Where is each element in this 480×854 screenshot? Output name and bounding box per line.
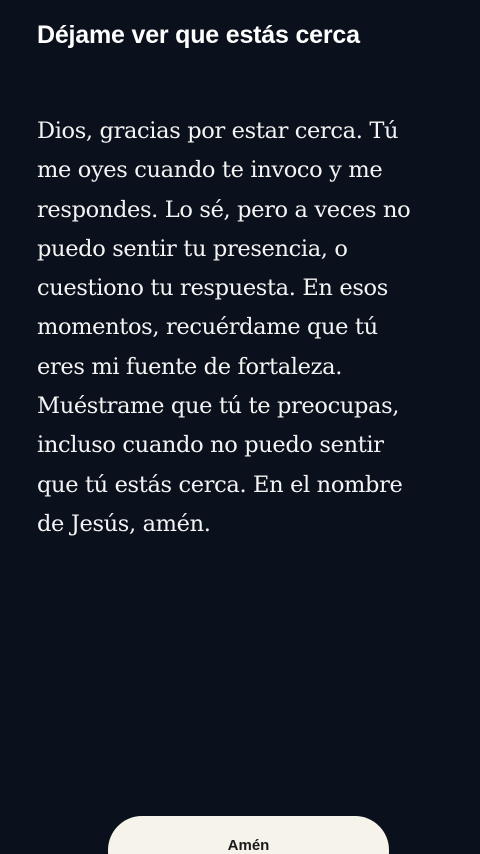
amen-button[interactable]: Amén bbox=[108, 816, 389, 854]
prayer-line: me oyes cuando te invoco y me bbox=[37, 157, 383, 184]
prayer-line: cuestiono tu respuesta. En esos bbox=[37, 275, 388, 302]
prayer-line: Dios, gracias por estar cerca. Tú bbox=[37, 118, 399, 144]
prayer-line: que tú estás cerca. En el nombre bbox=[37, 471, 403, 498]
prayer-line: incluso cuando no puedo sentir bbox=[37, 432, 384, 459]
prayer-line: momentos, recuérdame que tú bbox=[37, 314, 378, 341]
prayer-line: Muéstrame que tú te preocupas, bbox=[37, 393, 400, 420]
prayer-text: Dios, gracias por estar cerca. Tú me oye… bbox=[37, 112, 457, 544]
prayer-line: respondes. Lo sé, pero a veces no bbox=[37, 196, 411, 223]
prayer-line: de Jesús, amén. bbox=[37, 510, 211, 537]
amen-button-label: Amén bbox=[227, 837, 270, 854]
page-title: Déjame ver que estás cerca bbox=[37, 21, 360, 49]
prayer-line: eres mi fuente de fortaleza. bbox=[37, 353, 342, 380]
devotional-screen: Déjame ver que estás cerca Dios, gracias… bbox=[0, 0, 480, 854]
prayer-line: puedo sentir tu presencia, o bbox=[37, 235, 348, 262]
